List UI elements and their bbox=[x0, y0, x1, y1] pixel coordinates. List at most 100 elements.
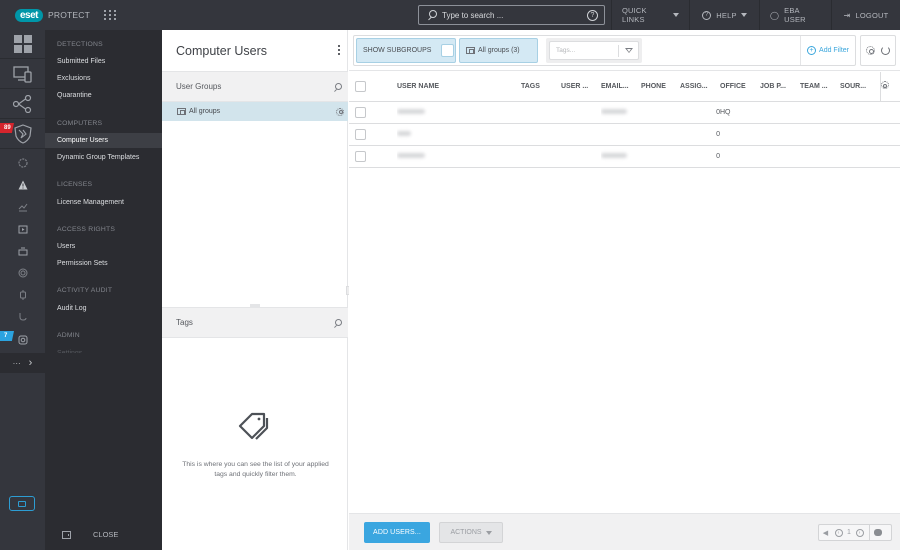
search-help-icon[interactable]: ? bbox=[587, 10, 598, 21]
nav-item-quarantine[interactable]: Quarantine bbox=[45, 88, 162, 103]
column-header-user[interactable]: USER ... bbox=[561, 72, 601, 102]
quick-links-label: QUICK LINKS bbox=[622, 6, 647, 24]
close-menu-button[interactable]: CLOSE bbox=[62, 530, 118, 539]
chevron-right-icon: › bbox=[28, 357, 33, 369]
rail-computers[interactable] bbox=[0, 60, 45, 89]
column-header-office[interactable]: OFFICE bbox=[720, 72, 760, 102]
group-item-all-groups[interactable]: All groups bbox=[162, 102, 348, 121]
chat-icon bbox=[18, 500, 26, 507]
actions-button[interactable]: ACTIONS bbox=[439, 522, 503, 543]
kebab-menu-icon[interactable] bbox=[338, 45, 340, 55]
column-header-tags[interactable]: TAGS bbox=[521, 72, 561, 102]
tags-filter bbox=[546, 38, 642, 63]
plus-circle-icon: + bbox=[807, 46, 817, 55]
main-content: SHOW SUBGROUPS All groups (3) + Add Filt… bbox=[349, 30, 900, 550]
detections-badge: 89 bbox=[0, 123, 14, 133]
chevron-down-icon bbox=[740, 13, 747, 17]
alerts-icon bbox=[18, 180, 27, 190]
table-row[interactable]: 0 bbox=[349, 123, 900, 146]
collapse-icon bbox=[62, 530, 71, 539]
row-checkbox[interactable] bbox=[355, 106, 366, 118]
gear-icon[interactable] bbox=[336, 107, 344, 116]
show-subgroups-checkbox[interactable] bbox=[441, 44, 455, 57]
column-header-phone[interactable]: PHONE bbox=[641, 72, 680, 102]
user-menu[interactable]: ◯ EBA USER bbox=[759, 0, 831, 30]
next-page-icon[interactable]: › bbox=[855, 528, 864, 537]
search-box[interactable]: ? bbox=[418, 5, 605, 25]
first-page-icon[interactable]: ◀︎ bbox=[819, 529, 832, 537]
rail-policies[interactable] bbox=[0, 241, 45, 261]
feedback-button[interactable] bbox=[9, 496, 35, 511]
select-all-checkbox[interactable] bbox=[355, 80, 366, 92]
nav-item-license-management[interactable]: License Management bbox=[45, 195, 162, 210]
rail-more-tools[interactable] bbox=[0, 307, 45, 327]
column-header-assigned[interactable]: ASSIG... bbox=[680, 72, 720, 102]
quick-links-menu[interactable]: QUICK LINKS bbox=[611, 0, 689, 30]
chevron-down-icon[interactable] bbox=[625, 48, 633, 53]
nav-item-dynamic-group-templates[interactable]: Dynamic Group Templates bbox=[45, 150, 162, 165]
row-checkbox[interactable] bbox=[355, 150, 366, 162]
nav-item-users[interactable]: Users bbox=[45, 239, 162, 254]
show-subgroups-toggle[interactable]: SHOW SUBGROUPS bbox=[356, 38, 456, 63]
table-row[interactable]: 0 HQ bbox=[349, 101, 900, 124]
chevron-down-icon bbox=[485, 530, 492, 535]
tags-header: Tags bbox=[162, 307, 348, 338]
users-table: USER NAME TAGS USER ... EMAIL... PHONE A… bbox=[349, 72, 900, 168]
add-users-button[interactable]: ADD USERS... bbox=[364, 522, 430, 543]
tags-select[interactable] bbox=[549, 41, 639, 60]
rail-status[interactable] bbox=[0, 153, 45, 173]
search-icon[interactable] bbox=[333, 319, 342, 328]
email-blurred bbox=[601, 152, 627, 158]
assigned-cell: 0 bbox=[680, 101, 720, 124]
icon-rail: 89 7 ··· › bbox=[0, 30, 45, 550]
rail-reports[interactable] bbox=[0, 197, 45, 217]
gear-icon[interactable] bbox=[881, 81, 889, 90]
group-filter-chip[interactable]: All groups (3) bbox=[459, 38, 538, 63]
pagination: ◀︎ ‹ 1 › bbox=[818, 524, 892, 541]
rail-status-overview[interactable] bbox=[0, 285, 45, 305]
rail-alerts[interactable] bbox=[0, 175, 45, 195]
user-groups-header: User Groups bbox=[162, 71, 348, 102]
nav-item-submitted-files[interactable]: Submitted Files bbox=[45, 54, 162, 69]
table-row[interactable]: 0 bbox=[349, 145, 900, 168]
nav-item-audit-log[interactable]: Audit Log bbox=[45, 301, 162, 316]
column-header-user-name[interactable]: USER NAME bbox=[397, 72, 521, 102]
logout-button[interactable]: ⇥ LOGOUT bbox=[831, 0, 900, 30]
eset-logo[interactable]: eset PROTECT bbox=[15, 8, 90, 22]
refresh-icon[interactable] bbox=[880, 46, 890, 55]
current-page: 1 bbox=[847, 529, 851, 536]
help-menu[interactable]: ? HELP bbox=[689, 0, 759, 30]
rail-expand[interactable]: ··· › bbox=[0, 353, 45, 373]
nav-item-exclusions[interactable]: Exclusions bbox=[45, 71, 162, 86]
eset-logo-mark: eset bbox=[15, 8, 44, 22]
rail-tasks[interactable] bbox=[0, 90, 45, 119]
add-filter-label: Add Filter bbox=[819, 47, 849, 54]
admin-badge: 7 bbox=[0, 331, 14, 341]
add-filter-button[interactable]: + Add Filter bbox=[800, 36, 855, 65]
nav-heading-access-rights: ACCESS RIGHTS bbox=[57, 226, 116, 233]
search-input[interactable] bbox=[442, 10, 582, 20]
rail-notifications[interactable] bbox=[0, 263, 45, 283]
computers-icon bbox=[12, 65, 32, 83]
tag-icon bbox=[238, 412, 269, 440]
search-icon[interactable] bbox=[333, 83, 342, 92]
rail-dashboard[interactable] bbox=[0, 30, 45, 59]
column-header-job-position[interactable]: JOB P... bbox=[760, 72, 800, 102]
database-icon[interactable] bbox=[874, 529, 882, 536]
column-header-email[interactable]: EMAIL... bbox=[601, 72, 641, 102]
gear-icon[interactable] bbox=[866, 46, 876, 55]
nav-item-computer-users[interactable]: Computer Users bbox=[45, 133, 162, 148]
apps-grid-icon[interactable] bbox=[104, 10, 117, 20]
row-checkbox[interactable] bbox=[355, 128, 366, 140]
status-overview-icon bbox=[19, 290, 26, 300]
show-subgroups-label: SHOW SUBGROUPS bbox=[363, 47, 432, 54]
user-icon: ◯ bbox=[770, 10, 780, 20]
tags-input[interactable] bbox=[556, 47, 611, 54]
column-header-team[interactable]: TEAM ... bbox=[800, 72, 840, 102]
rail-installers[interactable] bbox=[0, 219, 45, 239]
nav-heading-detections: DETECTIONS bbox=[57, 41, 103, 48]
nav-item-permission-sets[interactable]: Permission Sets bbox=[45, 256, 162, 271]
prev-page-icon[interactable]: ‹ bbox=[834, 528, 843, 537]
help-icon: ? bbox=[702, 10, 712, 20]
column-header-source[interactable]: SOUR... bbox=[840, 72, 880, 102]
